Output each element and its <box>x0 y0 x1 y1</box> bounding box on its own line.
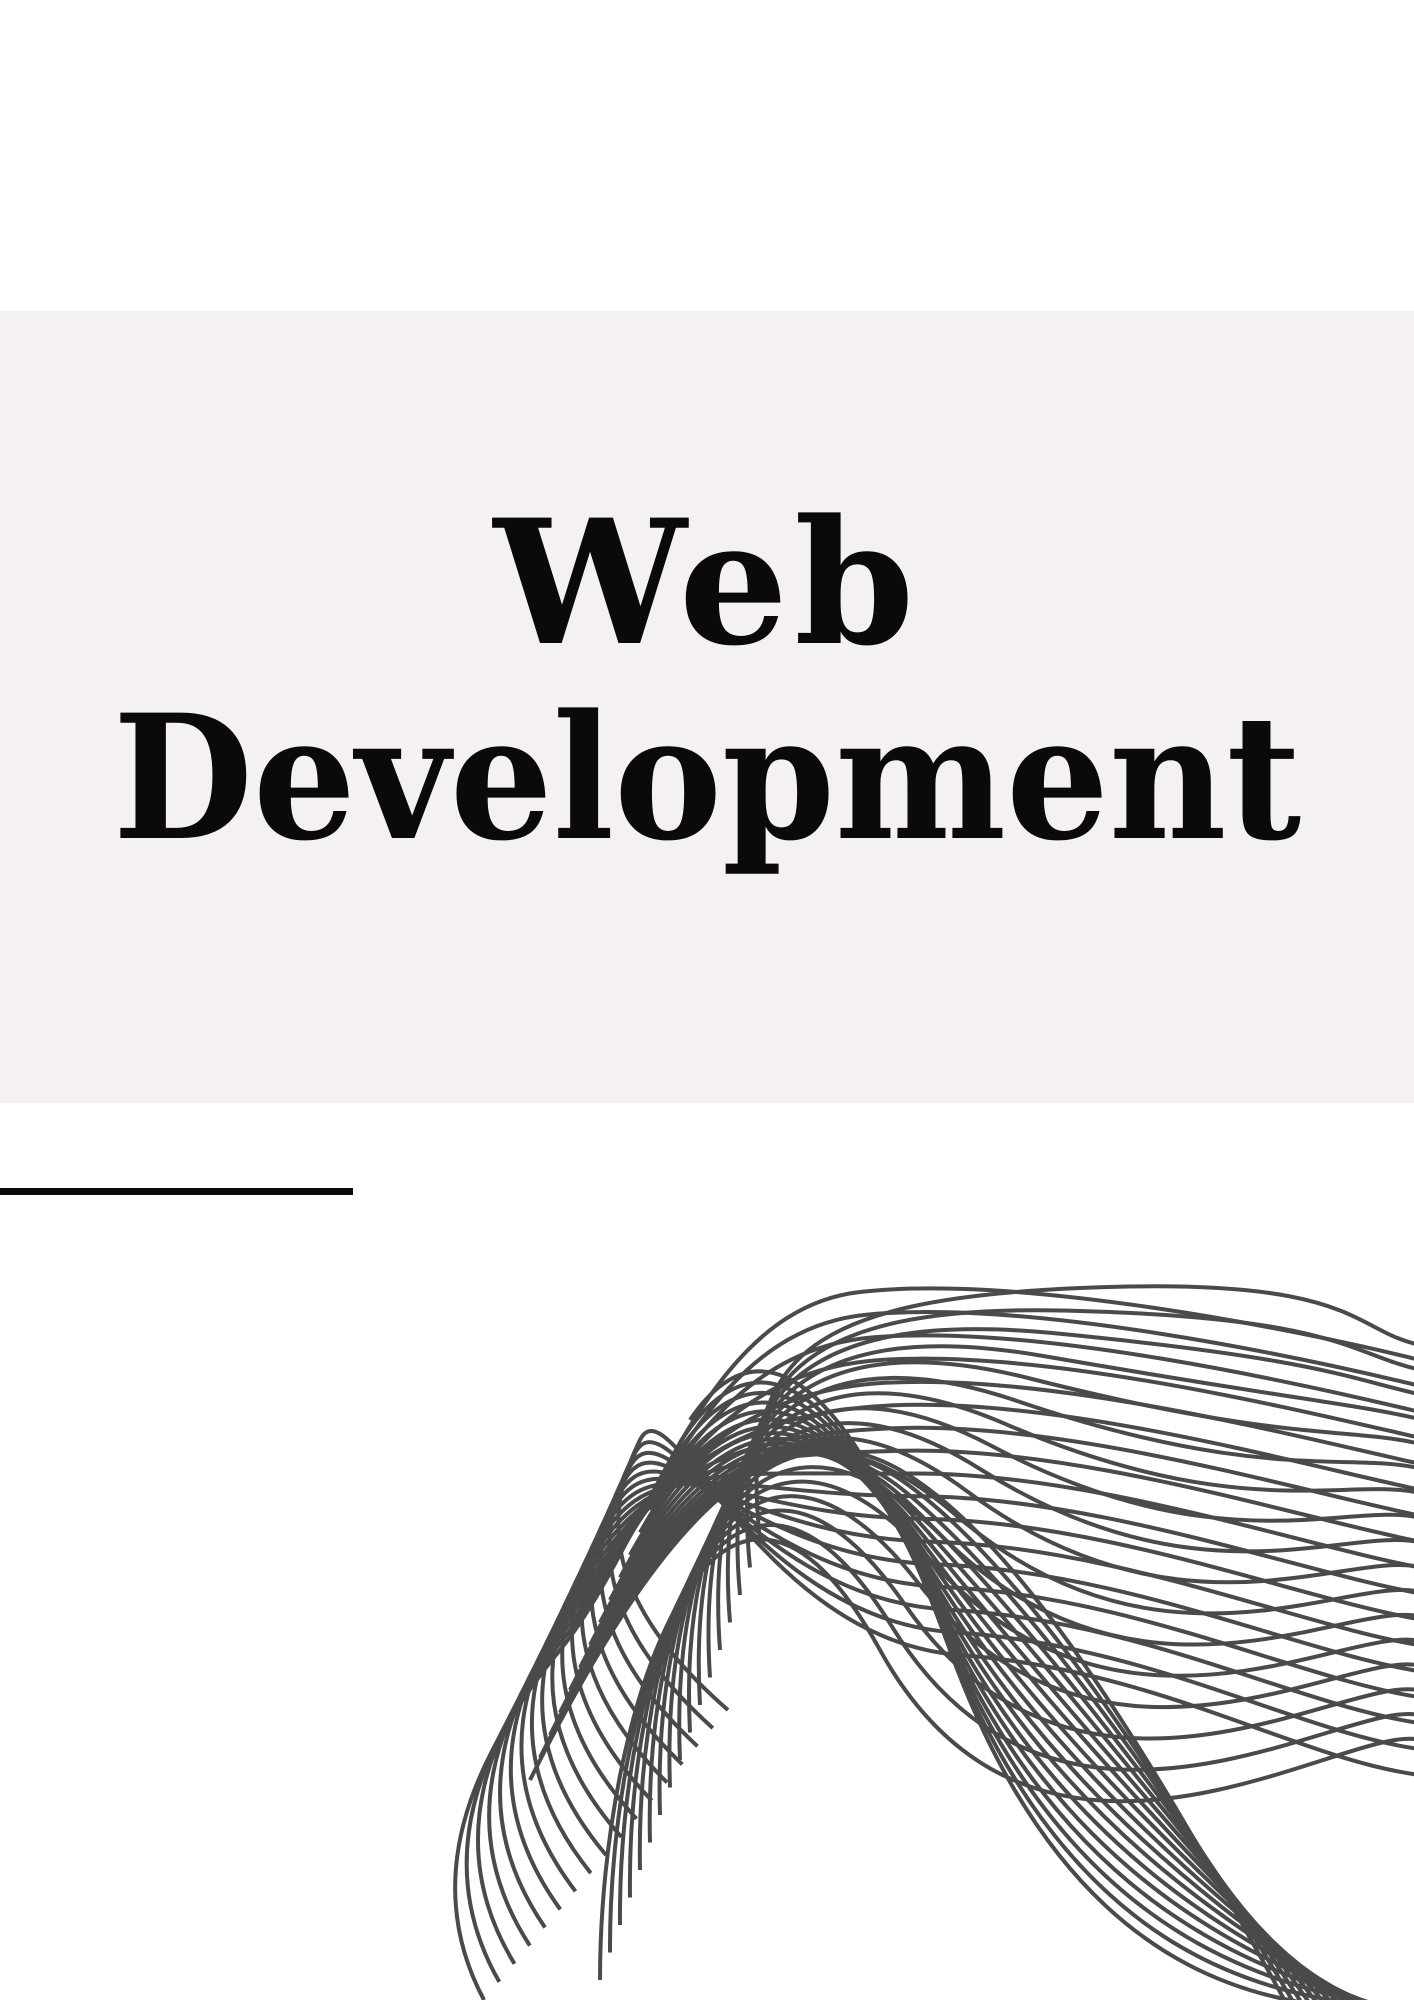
wave-line-art <box>453 1284 1414 2000</box>
wave-line-lower <box>578 1448 1325 2000</box>
